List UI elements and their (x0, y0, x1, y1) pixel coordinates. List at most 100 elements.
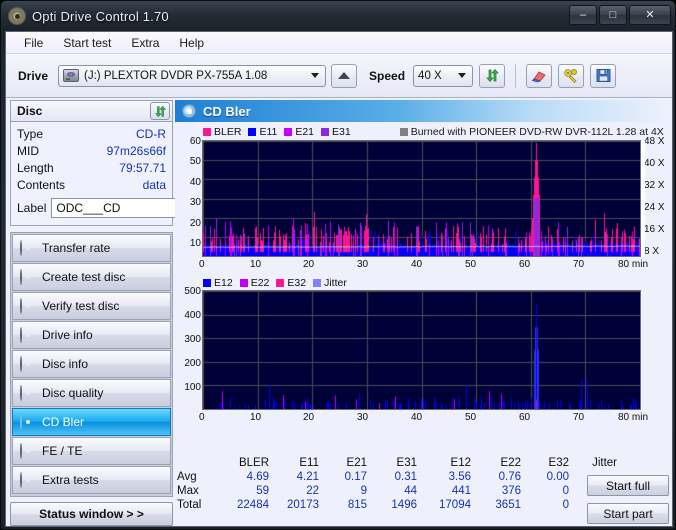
refresh-button[interactable] (479, 63, 506, 88)
sidebar-item-fe-te[interactable]: FE / TE (12, 437, 171, 465)
legend-label: E12 (214, 277, 233, 289)
menu-bar: File Start test Extra Help (6, 32, 672, 54)
stats-table: BLER E11 E21 E31 E12 E22 E32 Jitter Avg … (175, 456, 672, 524)
x-axis-label: 80 min (618, 412, 649, 423)
legend-swatch (239, 279, 248, 287)
menu-item-extra[interactable]: Extra (121, 34, 169, 52)
menu-item-file[interactable]: File (14, 34, 53, 52)
legend-item-e32: E32 (276, 277, 306, 289)
sidebar-item-disc-info[interactable]: Disc info (12, 350, 171, 378)
legend-item-e12: E12 (203, 277, 233, 289)
disc-info-key: Type (17, 127, 44, 141)
x-tick-label: 0 (199, 412, 205, 423)
table-row: Avg 4.69 4.21 0.17 0.31 3.56 0.76 0.00 - (175, 470, 623, 484)
status-window-button[interactable]: Status window > > (10, 502, 173, 526)
page-title: CD Bler (203, 103, 251, 119)
disc-info-icon (20, 355, 35, 372)
col-jitter: Jitter (592, 457, 617, 469)
sidebar-item-label: Extra tests (42, 473, 99, 487)
sidebar-item-transfer-rate[interactable]: Transfer rate (12, 234, 171, 262)
y-tick-label: 20 (189, 218, 201, 229)
col-e31: E31 (396, 457, 417, 469)
x-tick-label: 10 (250, 412, 262, 423)
legend-label: E11 (259, 126, 278, 138)
legend-item-e21: E21 (284, 126, 314, 138)
legend-label: E32 (287, 277, 307, 289)
disc-check-icon (20, 297, 35, 314)
cell-avg-e12: 3.56 (448, 471, 471, 483)
sidebar-item-disc-quality[interactable]: Disc quality (12, 379, 171, 407)
x-tick-label: 70 (573, 259, 585, 270)
start-full-button[interactable]: Start full (587, 475, 669, 496)
application-window: Opti Drive Control 1.70 – □ ✕ File Start… (0, 0, 676, 530)
cell-max-e32: 0 (562, 485, 569, 497)
toolbar-separator (515, 63, 517, 88)
sidebar-item-label: Transfer rate (42, 241, 111, 255)
right-tick-label: 16 X (644, 224, 665, 235)
legend-swatch (313, 279, 322, 287)
maximize-button[interactable]: □ (599, 5, 627, 25)
legend-item-e31: E31 (321, 126, 351, 138)
close-button[interactable]: ✕ (629, 5, 671, 25)
cell-max-e31: 44 (404, 485, 417, 497)
sidebar-item-cd-bler[interactable]: CD Bler (12, 408, 171, 436)
cell-avg-e31: 0.31 (394, 471, 417, 483)
sidebar-item-label: Disc info (42, 357, 89, 371)
right-tick-label: 40 X (644, 158, 665, 169)
right-tick-label: 8 X (644, 246, 660, 257)
erase-button[interactable] (526, 63, 553, 88)
legend-swatch (203, 279, 211, 287)
cell-total-e22: 3651 (495, 499, 521, 511)
right-tick-label: 24 X (644, 202, 665, 213)
chevron-down-icon (454, 67, 470, 85)
x-tick-label: 40 (411, 412, 423, 423)
start-part-button[interactable]: Start part (587, 503, 669, 524)
y-tick-label: 30 (189, 197, 201, 208)
sidebar-item-extra-tests[interactable]: Extra tests (12, 466, 171, 494)
x-tick-label: 70 (573, 412, 585, 423)
legend-label: E31 (332, 126, 351, 138)
save-button[interactable] (590, 63, 617, 88)
minimize-button[interactable]: – (569, 5, 597, 25)
legend-swatch (321, 128, 330, 136)
sidebar-item-verify-test-disc[interactable]: Verify test disc (12, 292, 171, 320)
cell-max-e11: 22 (306, 485, 319, 497)
drive-info-icon (20, 326, 35, 343)
disc-info-key: Contents (17, 178, 66, 192)
row-label-max: Max (177, 485, 199, 497)
eject-button[interactable] (331, 63, 358, 88)
cell-avg-e22: 0.76 (498, 471, 521, 483)
cell-max-e21: 9 (360, 485, 367, 497)
nav-list: Transfer rate Create test disc Verify te… (10, 232, 173, 497)
disc-info-row-type: Type CD-R (17, 126, 166, 143)
drive-select[interactable]: (J:) PLEXTOR DVDR PX-755A 1.08 (58, 64, 327, 87)
window-controls: – □ ✕ (569, 5, 671, 25)
settings-button[interactable] (558, 63, 585, 88)
menu-item-start-test[interactable]: Start test (53, 34, 121, 52)
disc-write-icon (20, 268, 35, 285)
disc-info-block: Type CD-R MID 97m26s66f Length 79:57.71 … (10, 122, 238, 226)
x-tick-label: 40 (411, 259, 423, 270)
disc-refresh-button[interactable] (150, 102, 170, 120)
disc-extra-icon (20, 471, 35, 488)
disc-label-row: Label (17, 197, 238, 219)
x-tick-label: 50 (465, 412, 477, 423)
menu-item-help[interactable]: Help (169, 34, 214, 52)
tools-icon (563, 69, 577, 83)
speed-select[interactable]: 40 X (413, 64, 474, 87)
x-axis-label: 80 min (618, 259, 649, 270)
speed-label: Speed (369, 68, 406, 83)
col-e22: E22 (500, 457, 521, 469)
sidebar-item-drive-info[interactable]: Drive info (12, 321, 171, 349)
cell-avg-e32: 0.00 (546, 471, 569, 483)
disc-info-value: 79:57.71 (119, 161, 166, 175)
sidebar-item-create-test-disc[interactable]: Create test disc (12, 263, 171, 291)
disc-fete-icon (20, 442, 35, 459)
right-tick-label: 32 X (644, 180, 665, 191)
chevron-down-icon (307, 67, 323, 85)
disc-panel-header: Disc (10, 100, 173, 122)
sidebar-item-label: Drive info (42, 328, 93, 342)
legend-swatch (284, 128, 293, 136)
cell-total-e32: 0 (562, 499, 569, 511)
col-e11: E11 (299, 457, 319, 469)
